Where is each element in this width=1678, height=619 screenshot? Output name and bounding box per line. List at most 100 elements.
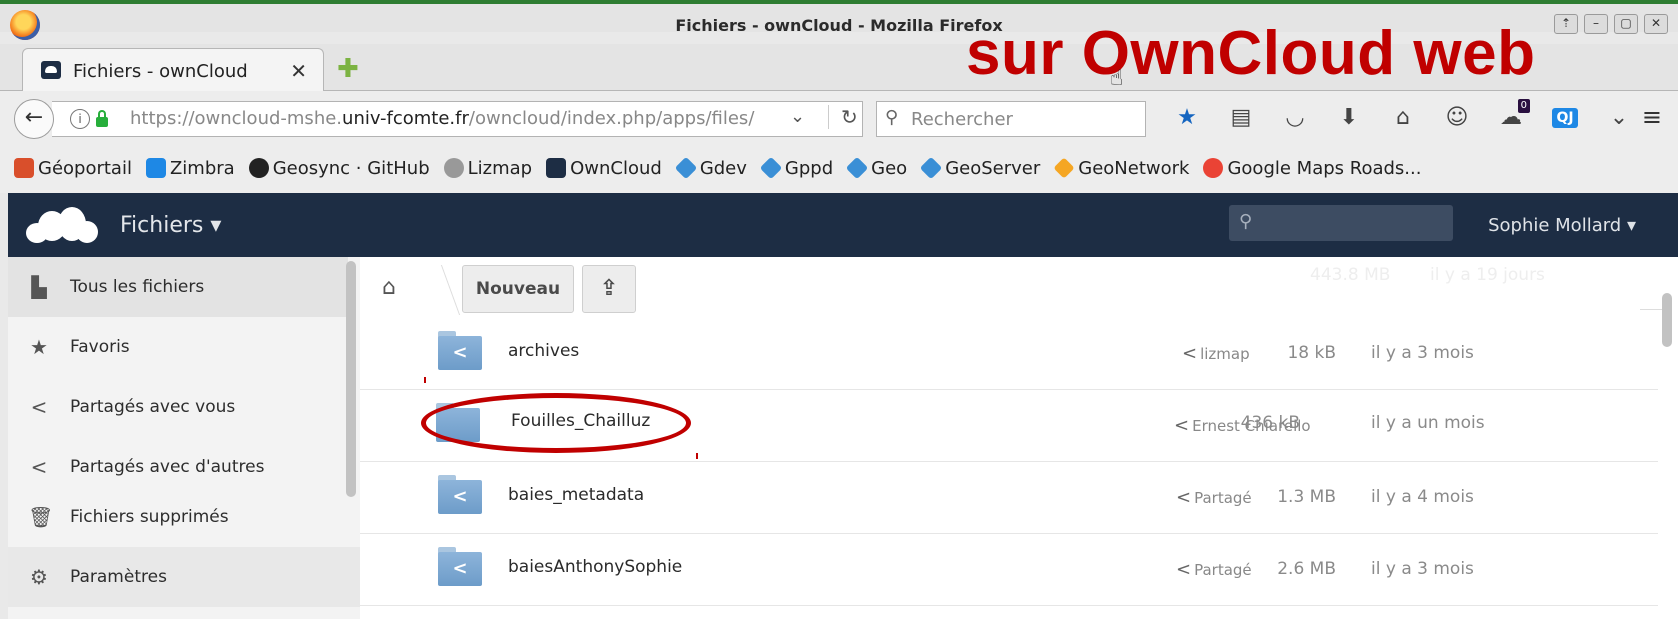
file-date: il y a 3 mois <box>1371 343 1474 363</box>
bookmark-geoserver[interactable]: GeoServer <box>919 156 1040 180</box>
bookmark-geoportail[interactable]: Géoportail <box>14 158 132 179</box>
url-dropdown-icon[interactable]: ⌄ <box>790 106 805 127</box>
qj-extension-icon[interactable]: QJ <box>1538 103 1592 133</box>
bookmark-geo[interactable]: Geo <box>845 156 907 180</box>
star-icon: ★ <box>30 335 48 359</box>
url-bar[interactable]: i https://owncloud-mshe.univ-fcomte.fr/o… <box>52 101 863 137</box>
bookmark-geonetwork[interactable]: GeoNetwork <box>1053 157 1189 179</box>
reader-icon[interactable]: ▤ <box>1214 103 1268 133</box>
browser-search-input[interactable]: ⚲ Rechercher <box>876 101 1146 137</box>
chat-icon[interactable]: ☺ <box>1430 103 1484 133</box>
content-scrollbar[interactable] <box>1662 293 1672 347</box>
star-icon[interactable]: ★ <box>1160 103 1214 133</box>
geoportail-icon <box>14 158 34 178</box>
bookmark-zimbra[interactable]: Zimbra <box>145 158 235 179</box>
owncloud-search-input[interactable]: ⚲ <box>1229 205 1453 241</box>
file-date: il y a 3 mois <box>1371 559 1474 579</box>
toolbar-icons: ★ ▤ ◡ ⬇ ⌂ ☺ ☁ 0 QJ ⌄ <box>1160 99 1646 133</box>
file-size: 1.3 MB <box>1277 487 1336 507</box>
window-minimize-button[interactable]: – <box>1584 14 1608 34</box>
lock-icon <box>96 110 108 127</box>
file-size: 436 kB <box>1240 413 1300 433</box>
pocket-icon[interactable]: ◡ <box>1268 103 1322 133</box>
file-name[interactable]: archives <box>508 341 579 361</box>
reload-icon[interactable]: ↻ <box>828 105 858 129</box>
new-button[interactable]: Nouveau <box>462 265 574 313</box>
search-icon: ⚲ <box>1239 211 1253 232</box>
ghost-notify-icon[interactable]: ☁ 0 <box>1484 99 1538 133</box>
shared-folder-icon: < <box>438 331 482 371</box>
owncloud-header: Fichiers ▾ ⚲ Sophie Mollard ▾ <box>8 193 1678 257</box>
bookmark-gdev[interactable]: Gdev <box>674 156 747 180</box>
search-icon: ⚲ <box>885 107 899 128</box>
table-row[interactable]: < baiesAnthonySophie < Partagé 2.6 MB il … <box>360 533 1658 606</box>
hand-cursor-icon: ☝ <box>1110 66 1124 91</box>
shared-folder-icon: < <box>438 547 482 587</box>
upload-button[interactable]: ⇪ <box>582 265 636 313</box>
highlight-ellipse <box>421 393 691 453</box>
folder-icon: ▙ <box>31 275 47 299</box>
file-date: il y a 4 mois <box>1371 487 1474 507</box>
table-row[interactable]: < baies_metadata < Partagé 1.3 MB il y a … <box>360 461 1658 534</box>
file-size: 18 kB <box>1287 343 1336 363</box>
file-name[interactable]: baies_metadata <box>508 485 644 505</box>
owncloud-icon <box>546 158 567 178</box>
share-icon: < <box>1174 415 1190 436</box>
owncloud-logo-icon[interactable] <box>26 207 98 243</box>
search-placeholder: Rechercher <box>911 109 1013 130</box>
home-icon[interactable]: ⌂ <box>1376 103 1430 133</box>
file-size: 2.6 MB <box>1277 559 1336 579</box>
bookmark-gppd[interactable]: Gppd <box>759 156 833 180</box>
share-icon: < <box>1176 559 1192 580</box>
file-name[interactable]: baiesAnthonySophie <box>508 557 682 577</box>
share-icon: < <box>1176 487 1192 508</box>
sidebar: ▙ Tous les fichiers ★ Favoris < Partagés… <box>8 257 360 619</box>
geo-icon <box>919 156 943 180</box>
home-breadcrumb-icon[interactable]: ⌂ <box>382 275 396 300</box>
ghost-date: il y a 19 jours <box>1430 265 1545 285</box>
sidebar-item-label: Partagés avec d'autres <box>70 457 265 477</box>
breadcrumb-separator <box>414 265 461 315</box>
window-maximize-button[interactable]: ▢ <box>1614 14 1638 34</box>
more-icon[interactable]: ⌄ <box>1592 103 1646 133</box>
sidebar-item-settings[interactable]: ⚙ Paramètres <box>8 547 360 607</box>
user-menu[interactable]: Sophie Mollard ▾ <box>1488 215 1636 236</box>
annotation-overlay-text: sur OwnCloud web <box>966 19 1536 88</box>
sidebar-scrollbar[interactable] <box>346 261 356 497</box>
gear-icon: ⚙ <box>30 565 48 589</box>
annotation-tick <box>696 453 698 459</box>
tab-close-icon[interactable]: ✕ <box>290 59 307 83</box>
bookmark-owncloud[interactable]: OwnCloud <box>546 158 662 179</box>
ghost-size: 443.8 MB <box>1310 265 1391 285</box>
share-icon: < <box>30 395 48 419</box>
geonetwork-icon <box>1053 157 1075 179</box>
sidebar-item-all-files[interactable]: ▙ Tous les fichiers <box>8 257 348 317</box>
window-close-button[interactable]: ✕ <box>1644 14 1668 34</box>
info-icon[interactable]: i <box>70 109 90 129</box>
annotation-tick <box>424 377 426 383</box>
sidebar-item-deleted-files[interactable]: 🗑 Fichiers supprimés <box>8 487 348 547</box>
share-icon: < <box>1182 343 1198 364</box>
url-text[interactable]: https://owncloud-mshe.univ-fcomte.fr/own… <box>130 108 754 129</box>
app-menu[interactable]: Fichiers ▾ <box>120 213 221 238</box>
bookmarks-bar: Géoportail Zimbra Geosync · GitHub Lizma… <box>0 143 1678 193</box>
file-date: il y a un mois <box>1371 413 1485 433</box>
table-row[interactable]: < archives < lizmap 18 kB il y a 3 mois <box>360 317 1658 390</box>
globe-icon <box>443 158 464 178</box>
download-icon[interactable]: ⬇ <box>1322 103 1376 133</box>
window-up-button[interactable]: ⇡ <box>1554 14 1578 34</box>
sidebar-item-favorites[interactable]: ★ Favoris <box>8 317 348 377</box>
notification-count: 0 <box>1517 99 1530 113</box>
hamburger-menu-icon[interactable]: ≡ <box>1642 103 1662 131</box>
sidebar-item-shared-with-you[interactable]: < Partagés avec vous <box>8 377 348 437</box>
back-button[interactable]: ← <box>14 99 54 139</box>
shared-folder-icon: < <box>438 475 482 515</box>
bookmark-geosync-github[interactable]: Geosync · GitHub <box>248 158 430 179</box>
bookmark-google-maps-roads[interactable]: Google Maps Roads... <box>1203 158 1421 179</box>
new-tab-plus-icon[interactable]: ✚ <box>337 56 359 82</box>
tab-label: Fichiers - ownCloud <box>73 61 248 82</box>
bookmark-lizmap[interactable]: Lizmap <box>443 158 532 179</box>
github-icon <box>248 158 269 178</box>
tab-fichiers-owncloud[interactable]: Fichiers - ownCloud ✕ <box>22 48 324 91</box>
sidebar-item-label: Favoris <box>70 337 130 357</box>
